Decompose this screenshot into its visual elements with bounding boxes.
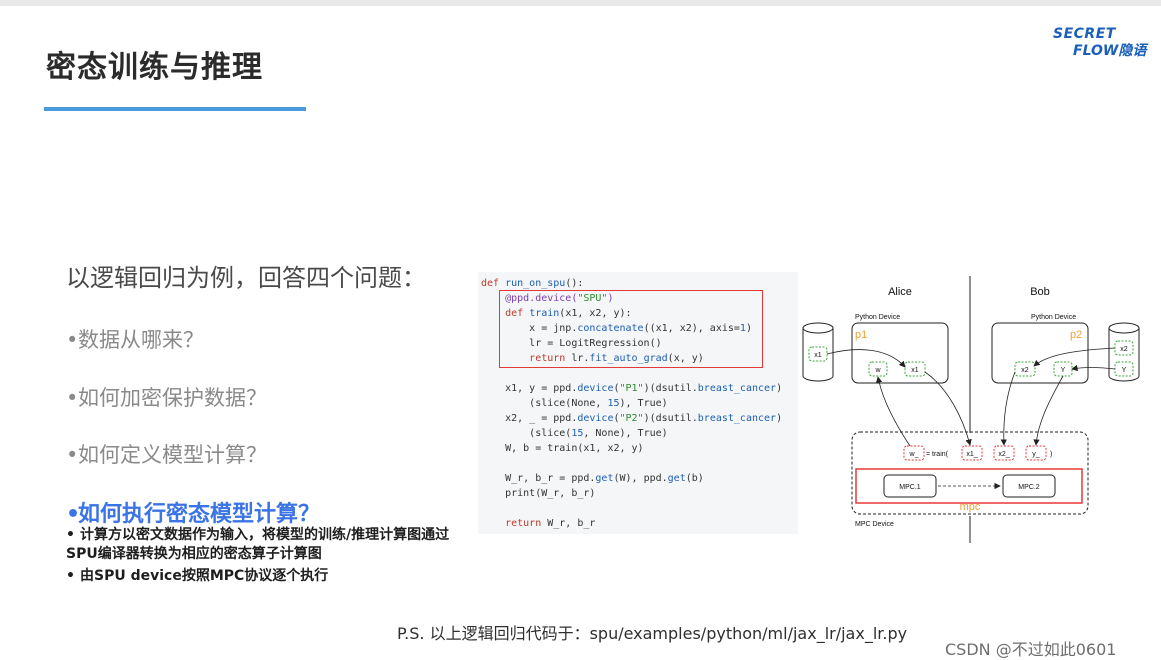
slide: 密态训练与推理 SECRET FLOW隐语 以逻辑回归为例，回答四个问题： •数… [0,0,1161,660]
mpc-device-label: MPC Device [855,521,894,528]
arrow-w-back [875,376,911,447]
database-right-icon: x2 Y [1108,322,1140,382]
bob-label: Bob [1030,286,1050,298]
database-left-icon: x1 [802,322,834,382]
alice-label: Alice [888,286,912,298]
question-1: •数据从哪来？ [66,328,204,352]
answer-2: • 由SPU device按照MPC协议逐个执行 [66,568,329,584]
train-x2-label: x2_ [998,451,1009,458]
mpc-1-label: MPC.1 [899,484,921,491]
arrow-x2-load [1033,347,1116,367]
intro-text: 以逻辑回归为例，回答四个问题： [66,264,426,292]
csdn-watermark: CSDN @不过如此0601 [945,640,1117,659]
title-underline [44,107,306,111]
train-w-label: w_ [909,451,919,458]
p2-label: p2 [1070,329,1082,341]
x2-db-label: x2 [1120,346,1128,353]
y-db-label: Y [1122,367,1127,374]
arrow-x1-load [826,349,906,368]
train-call-label: = train( [926,451,949,458]
spu-highlight-box [499,290,763,368]
mpc-2-label: MPC.2 [1018,484,1040,491]
python-device-left-label: Python Device [855,314,900,321]
x1-node-label: x1 [911,367,919,374]
w-node-label: w [874,367,881,374]
question-3: •如何定义模型计算？ [66,443,267,467]
train-close-label: ) [1050,451,1052,458]
mpc-label: mpc [960,501,981,513]
question-4: •如何执行密态模型计算？ [66,502,321,527]
footer-note: P.S. 以上逻辑回归代码于：spu/examples/python/ml/ja… [397,624,908,643]
question-1-text: 数据从哪来？ [78,328,204,352]
question-4-text: 如何执行密态模型计算？ [78,502,321,527]
slide-title: 密态训练与推理 [46,50,263,85]
p1-label: p1 [855,329,867,341]
question-2: •如何加密保护数据？ [66,386,267,410]
arrow-y-to-mpc [1033,375,1064,446]
x2-node-label: x2 [1021,367,1029,374]
answer-2-text: 由SPU device按照MPC协议逐个执行 [80,568,329,584]
y-node-label: Y [1061,367,1066,374]
logo-line-2: FLOW隐语 [1073,43,1147,59]
x1-db-label: x1 [814,352,822,359]
answer-1-text: 计算方以密文数据作为输入，将模型的训练/推理计算图通过SPU编译器转换为相应的密… [66,527,450,562]
python-device-right-label: Python Device [1031,314,1076,321]
answer-1: • 计算方以密文数据作为输入，将模型的训练/推理计算图通过SPU编译器转换为相应的… [66,527,450,562]
question-2-text: 如何加密保护数据？ [78,386,267,410]
secretflow-logo: SECRET FLOW隐语 [1053,26,1147,60]
train-y-label: y_ [1032,451,1040,458]
question-3-text: 如何定义模型计算？ [78,443,267,467]
train-x1-label: x1_ [966,451,977,458]
spu-architecture-diagram: Alice Bob Python Device p1 Python Device… [802,276,1140,543]
